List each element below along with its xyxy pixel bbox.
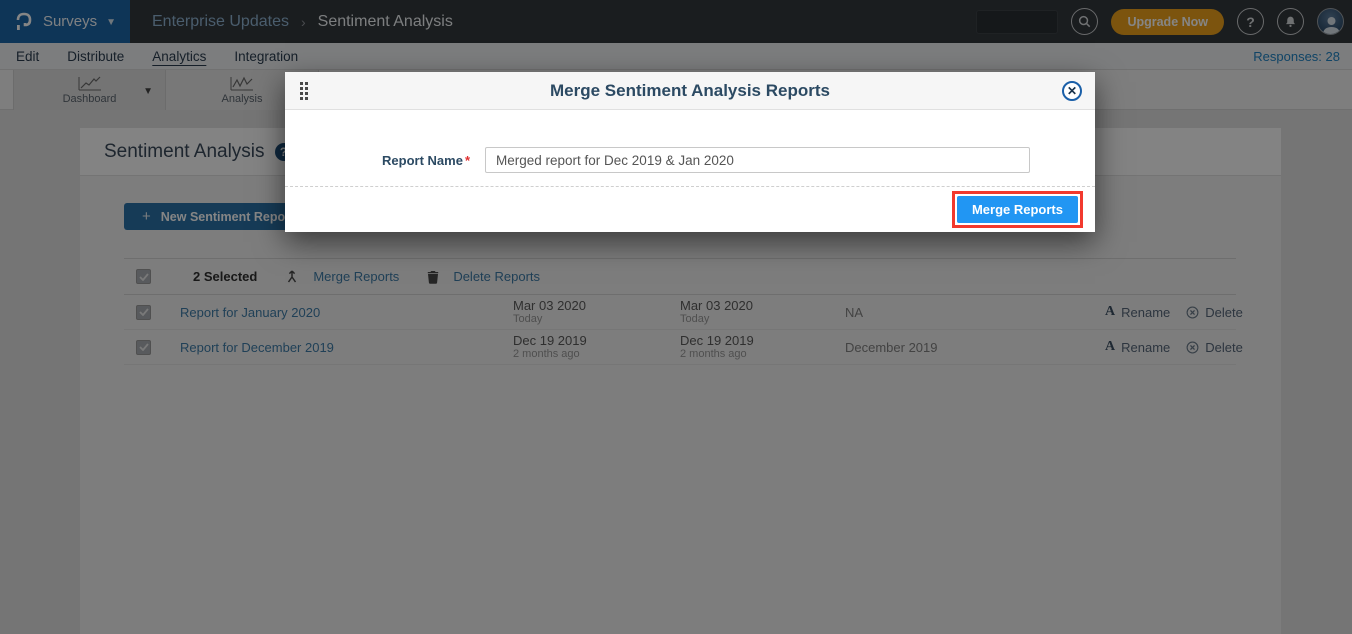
close-icon: ✕	[1067, 84, 1077, 98]
report-name-label: Report Name*	[285, 153, 470, 168]
merge-reports-modal: Merge Sentiment Analysis Reports ✕ Repor…	[285, 72, 1095, 232]
report-name-input[interactable]	[485, 147, 1030, 173]
modal-footer: Merge Reports	[285, 186, 1095, 232]
drag-handle-icon[interactable]	[300, 82, 308, 100]
modal-header: Merge Sentiment Analysis Reports ✕	[285, 72, 1095, 110]
modal-body: Report Name*	[285, 147, 1095, 173]
required-asterisk: *	[465, 153, 470, 168]
modal-title: Merge Sentiment Analysis Reports	[550, 81, 830, 101]
close-button[interactable]: ✕	[1062, 81, 1082, 101]
merge-reports-button[interactable]: Merge Reports	[957, 196, 1078, 223]
action-highlight-ring: Merge Reports	[952, 191, 1083, 228]
